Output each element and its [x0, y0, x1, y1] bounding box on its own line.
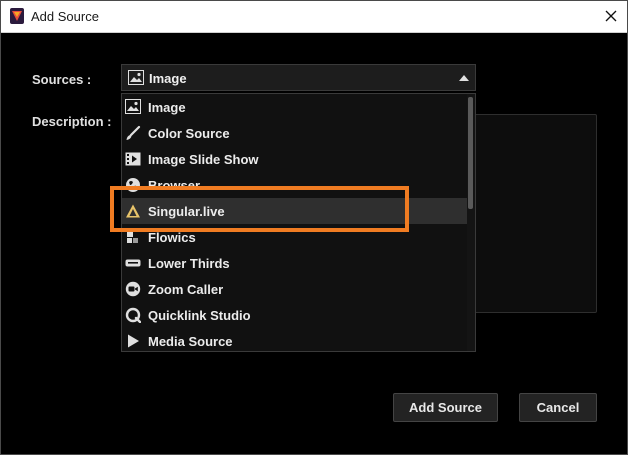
chevron-up-icon	[459, 75, 469, 81]
source-option-media-source[interactable]: Media Source	[122, 328, 468, 354]
brush-icon	[125, 125, 141, 141]
scrollbar-thumb[interactable]	[468, 97, 473, 209]
annotation-highlight-box	[110, 186, 409, 232]
cancel-button[interactable]: Cancel	[519, 393, 597, 422]
sources-label: Sources :	[32, 72, 92, 87]
source-option-label: Zoom Caller	[148, 282, 224, 297]
vmix-app-icon	[10, 8, 24, 24]
add-source-button[interactable]: Add Source	[393, 393, 498, 422]
source-option-image[interactable]: Image	[122, 94, 468, 120]
source-option-image-slide-show[interactable]: Image Slide Show	[122, 146, 468, 172]
source-option-color-source[interactable]: Color Source	[122, 120, 468, 146]
source-option-zoom-caller[interactable]: Zoom Caller	[122, 276, 468, 302]
description-label: Description :	[32, 114, 112, 129]
add-source-dialog: Add Source Sources : Description : Image	[0, 0, 628, 455]
source-option-lower-thirds[interactable]: Lower Thirds	[122, 250, 468, 276]
source-option-label: Lower Thirds	[148, 256, 230, 271]
sources-dropdown[interactable]: Image	[121, 64, 476, 91]
zoom-icon	[125, 281, 141, 297]
sources-selected-value: Image	[149, 71, 187, 86]
close-button[interactable]	[595, 1, 627, 32]
image-icon	[128, 70, 144, 90]
source-option-label: Media Source	[148, 334, 233, 349]
name-tag-icon	[125, 255, 141, 271]
slideshow-icon	[125, 151, 141, 167]
play-icon	[125, 333, 141, 349]
window-title: Add Source	[31, 9, 99, 24]
source-option-label: Flowics	[148, 230, 196, 245]
source-option-label: Color Source	[148, 126, 230, 141]
close-icon	[605, 10, 617, 22]
title-bar: Add Source	[1, 1, 627, 33]
source-option-label: Image	[148, 100, 186, 115]
dropdown-scrollbar[interactable]	[467, 94, 475, 351]
source-option-label: Image Slide Show	[148, 152, 259, 167]
source-option-quicklink-studio[interactable]: Quicklink Studio	[122, 302, 468, 328]
image-icon	[125, 99, 141, 115]
source-option-label: Quicklink Studio	[148, 308, 251, 323]
quicklink-icon	[125, 307, 142, 324]
